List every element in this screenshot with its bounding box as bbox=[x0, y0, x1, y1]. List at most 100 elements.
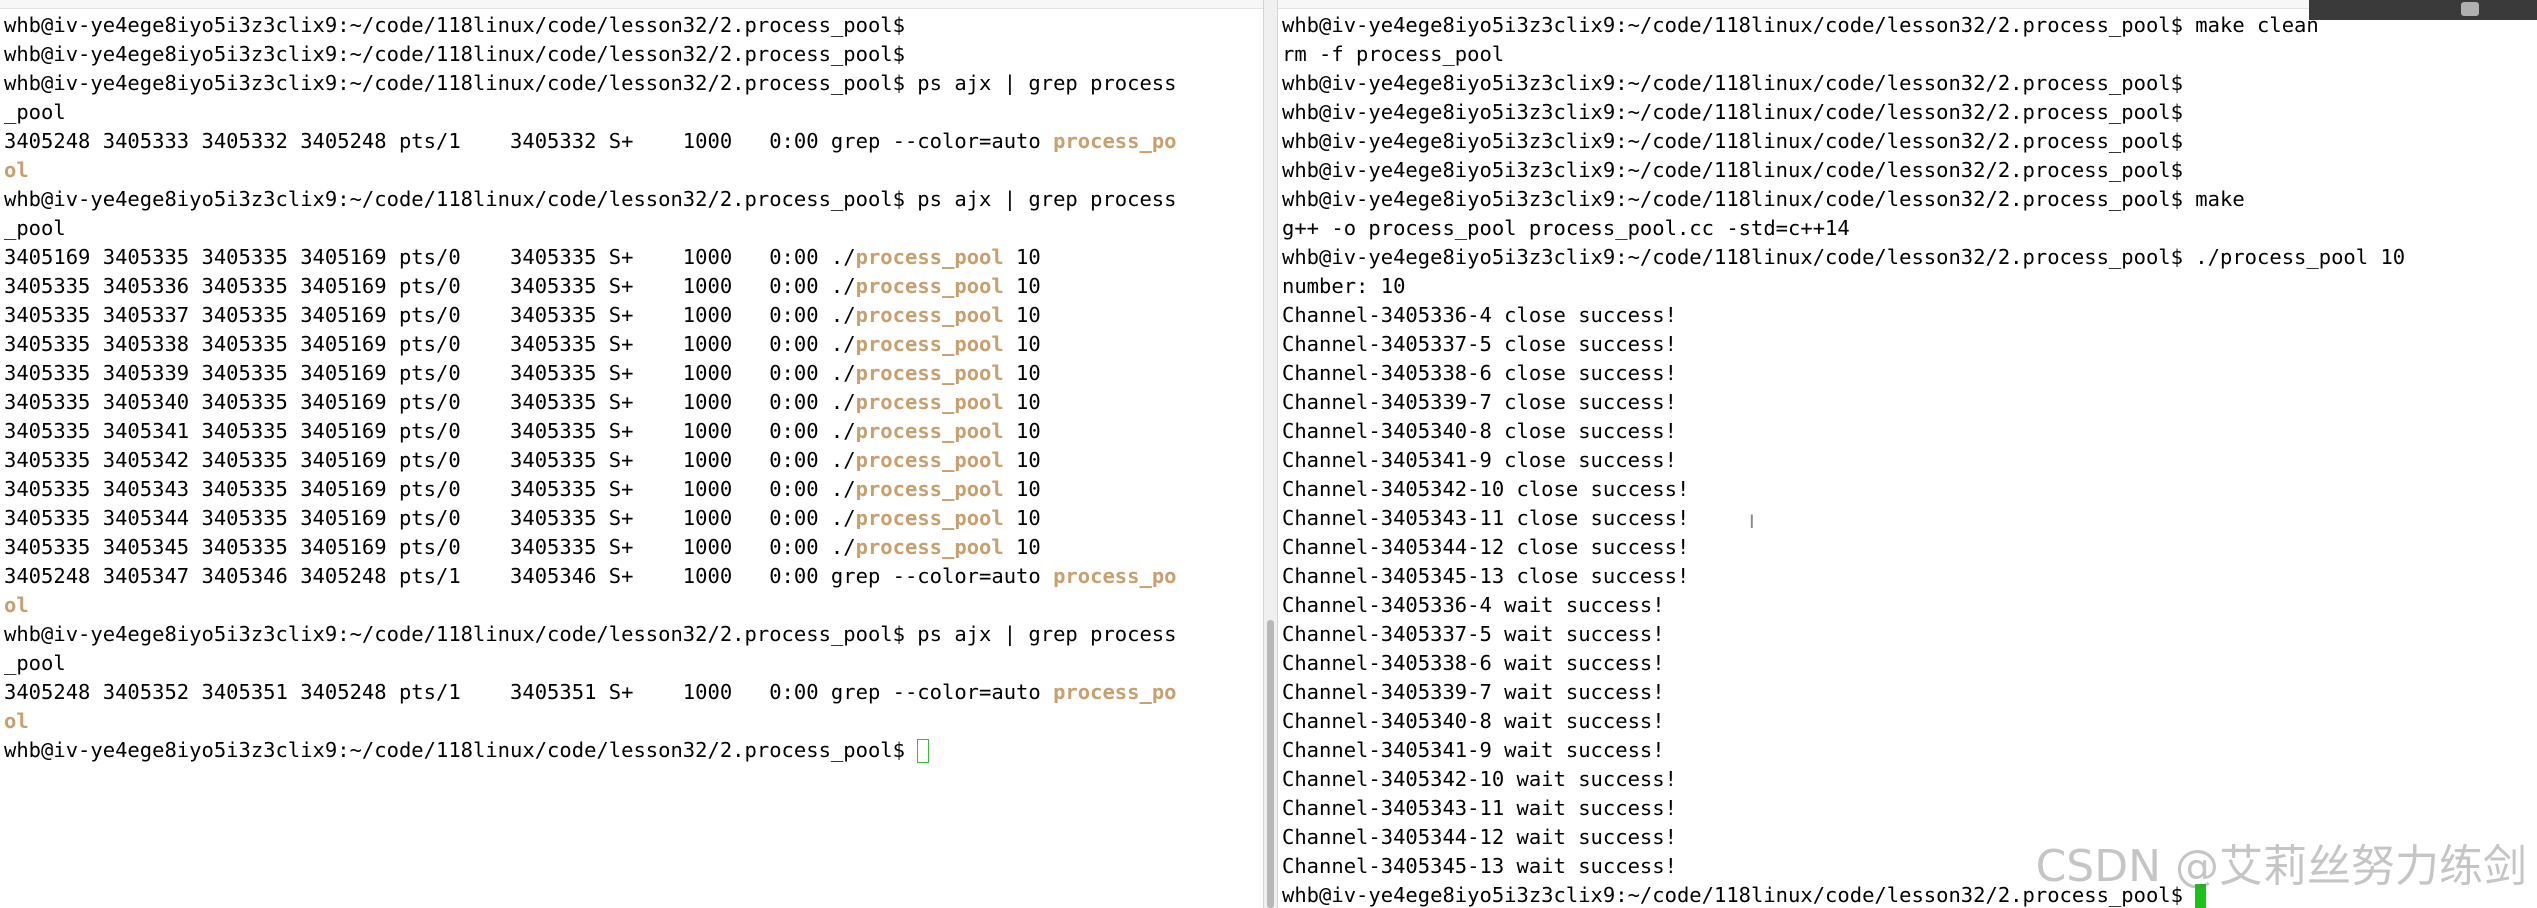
terminal-cursor[interactable] bbox=[917, 739, 930, 763]
terminal-line: 3405335 3405342 3405335 3405169 pts/0 34… bbox=[4, 446, 1259, 475]
left-terminal-pane[interactable]: whb@iv-ye4ege8iyo5i3z3clix9:~/code/118li… bbox=[0, 0, 1263, 908]
terminal-line: ol bbox=[4, 591, 1259, 620]
terminal-line: 3405335 3405338 3405335 3405169 pts/0 34… bbox=[4, 330, 1259, 359]
line-text: 3405335 3405339 3405335 3405169 pts/0 34… bbox=[4, 361, 856, 385]
terminal-line: g++ -o process_pool process_pool.cc -std… bbox=[1282, 216, 1850, 240]
left-pane-top-edge bbox=[0, 0, 1263, 9]
grep-match-highlight: process_pool bbox=[855, 274, 1004, 298]
grep-match-highlight: process_po bbox=[1053, 129, 1177, 153]
right-terminal-pane[interactable]: whb@iv-ye4ege8iyo5i3z3clix9:~/code/118li… bbox=[1278, 0, 2537, 908]
line-text: 3405169 3405335 3405335 3405169 pts/0 34… bbox=[4, 245, 856, 269]
line-text: 10 bbox=[1003, 245, 1041, 269]
line-text: 10 bbox=[1003, 361, 1041, 385]
line-text: 3405335 3405341 3405335 3405169 pts/0 34… bbox=[4, 419, 856, 443]
grep-match-highlight: process_pool bbox=[855, 390, 1004, 414]
line-text: 3405335 3405340 3405335 3405169 pts/0 34… bbox=[4, 390, 856, 414]
terminal-line: 3405335 3405344 3405335 3405169 pts/0 34… bbox=[4, 504, 1259, 533]
terminal-line: _pool bbox=[4, 100, 66, 124]
terminal-line: whb@iv-ye4ege8iyo5i3z3clix9:~/code/118li… bbox=[4, 187, 1177, 211]
terminal-line: Channel-3405338-6 close success! bbox=[1282, 361, 1677, 385]
left-terminal-output[interactable]: whb@iv-ye4ege8iyo5i3z3clix9:~/code/118li… bbox=[4, 11, 1259, 908]
terminal-line: 3405335 3405341 3405335 3405169 pts/0 34… bbox=[4, 417, 1259, 446]
terminal-line: rm -f process_pool bbox=[1282, 42, 1505, 66]
line-text: 10 bbox=[1003, 477, 1041, 501]
line-text: 10 bbox=[1003, 303, 1041, 327]
terminal-line: 3405248 3405347 3405346 3405248 pts/1 34… bbox=[4, 562, 1259, 591]
terminal-line: whb@iv-ye4ege8iyo5i3z3clix9:~/code/118li… bbox=[4, 42, 905, 66]
line-text: 10 bbox=[1003, 448, 1041, 472]
line-text: 10 bbox=[1003, 535, 1041, 559]
terminal-line: Channel-3405344-12 close success! bbox=[1282, 535, 1690, 559]
terminal-line: ol bbox=[4, 707, 1259, 736]
line-text: 10 bbox=[1003, 274, 1041, 298]
terminal-line: 3405335 3405337 3405335 3405169 pts/0 34… bbox=[4, 301, 1259, 330]
terminal-line: 3405335 3405343 3405335 3405169 pts/0 34… bbox=[4, 475, 1259, 504]
terminal-line: 3405335 3405345 3405335 3405169 pts/0 34… bbox=[4, 533, 1259, 562]
terminal-line: Channel-3405345-13 close success! bbox=[1282, 564, 1690, 588]
grep-match-highlight: process_po bbox=[1053, 680, 1177, 704]
terminal-line: Channel-3405341-9 close success! bbox=[1282, 448, 1677, 472]
terminal-line: whb@iv-ye4ege8iyo5i3z3clix9:~/code/118li… bbox=[4, 13, 905, 37]
line-text: 10 bbox=[1003, 332, 1041, 356]
terminal-line: ol bbox=[4, 156, 1259, 185]
terminal-line: Channel-3405343-11 close success! bbox=[1282, 506, 1690, 530]
terminal-line: whb@iv-ye4ege8iyo5i3z3clix9:~/code/118li… bbox=[4, 71, 1177, 95]
line-text: 3405248 3405352 3405351 3405248 pts/1 34… bbox=[4, 680, 1054, 704]
grep-match-highlight: process_pool bbox=[855, 245, 1004, 269]
terminal-line: whb@iv-ye4ege8iyo5i3z3clix9:~/code/118li… bbox=[4, 622, 1177, 646]
scrollbar-thumb[interactable] bbox=[1267, 620, 1274, 908]
terminal-line: _pool bbox=[4, 216, 66, 240]
terminal-line: 3405335 3405336 3405335 3405169 pts/0 34… bbox=[4, 272, 1259, 301]
right-terminal-output[interactable]: whb@iv-ye4ege8iyo5i3z3clix9:~/code/118li… bbox=[1282, 11, 2533, 908]
line-text: 3405335 3405345 3405335 3405169 pts/0 34… bbox=[4, 535, 856, 559]
line-text: 10 bbox=[1003, 419, 1041, 443]
terminal-line: Channel-3405342-10 wait success! bbox=[1282, 767, 1677, 791]
terminal-line: whb@iv-ye4ege8iyo5i3z3clix9:~/code/118li… bbox=[1282, 129, 2183, 153]
terminal-line: Channel-3405336-4 wait success! bbox=[1282, 593, 1665, 617]
grep-match-highlight: process_pool bbox=[855, 448, 1004, 472]
webcam-overlay bbox=[2309, 0, 2537, 20]
grep-match-highlight: process_pool bbox=[855, 477, 1004, 501]
line-text: 3405335 3405343 3405335 3405169 pts/0 34… bbox=[4, 477, 856, 501]
grep-match-highlight: ol bbox=[4, 593, 29, 617]
line-text: 3405248 3405347 3405346 3405248 pts/1 34… bbox=[4, 564, 1054, 588]
terminal-line: whb@iv-ye4ege8iyo5i3z3clix9:~/code/118li… bbox=[4, 736, 1259, 765]
terminal-line: Channel-3405339-7 close success! bbox=[1282, 390, 1677, 414]
grep-match-highlight: process_pool bbox=[855, 506, 1004, 530]
grep-match-highlight: ol bbox=[4, 158, 29, 182]
grep-match-highlight: process_pool bbox=[855, 419, 1004, 443]
terminal-line: 3405335 3405340 3405335 3405169 pts/0 34… bbox=[4, 388, 1259, 417]
grep-match-highlight: process_pool bbox=[855, 332, 1004, 356]
grep-match-highlight: ol bbox=[4, 709, 29, 733]
terminal-line: Channel-3405340-8 wait success! bbox=[1282, 709, 1665, 733]
watermark: CSDN @艾莉丝努力练剑 bbox=[2035, 841, 2527, 892]
terminal-line: 3405248 3405333 3405332 3405248 pts/1 34… bbox=[4, 127, 1259, 156]
line-text: 3405248 3405333 3405332 3405248 pts/1 34… bbox=[4, 129, 1054, 153]
terminal-line: Channel-3405336-4 close success! bbox=[1282, 303, 1677, 327]
terminal-line: whb@iv-ye4ege8iyo5i3z3clix9:~/code/118li… bbox=[1282, 71, 2183, 95]
line-text: 3405335 3405337 3405335 3405169 pts/0 34… bbox=[4, 303, 856, 327]
terminal-line: Channel-3405342-10 close success! bbox=[1282, 477, 1690, 501]
line-text: whb@iv-ye4ege8iyo5i3z3clix9:~/code/118li… bbox=[4, 738, 918, 762]
terminal-line: Channel-3405339-7 wait success! bbox=[1282, 680, 1665, 704]
line-text: 3405335 3405342 3405335 3405169 pts/0 34… bbox=[4, 448, 856, 472]
terminal-line: Channel-3405337-5 wait success! bbox=[1282, 622, 1665, 646]
terminal-line: 3405335 3405339 3405335 3405169 pts/0 34… bbox=[4, 359, 1259, 388]
terminal-line: 3405169 3405335 3405335 3405169 pts/0 34… bbox=[4, 243, 1259, 272]
terminal-line: whb@iv-ye4ege8iyo5i3z3clix9:~/code/118li… bbox=[1282, 187, 2245, 211]
webcam-light-icon bbox=[2461, 2, 2479, 16]
text-cursor-ibeam-icon: I bbox=[1749, 511, 1755, 533]
terminal-line: Channel-3405338-6 wait success! bbox=[1282, 651, 1665, 675]
terminal-line: Channel-3405341-9 wait success! bbox=[1282, 738, 1665, 762]
terminal-line: Channel-3405340-8 close success! bbox=[1282, 419, 1677, 443]
terminal-line: number: 10 bbox=[1282, 274, 1406, 298]
terminal-line: whb@iv-ye4ege8iyo5i3z3clix9:~/code/118li… bbox=[1282, 245, 2406, 269]
line-text: 3405335 3405338 3405335 3405169 pts/0 34… bbox=[4, 332, 856, 356]
pane-splitter-scrollbar[interactable] bbox=[1263, 0, 1278, 908]
terminal-line: Channel-3405343-11 wait success! bbox=[1282, 796, 1677, 820]
terminal-line: whb@iv-ye4ege8iyo5i3z3clix9:~/code/118li… bbox=[1282, 158, 2183, 182]
line-text: 3405335 3405336 3405335 3405169 pts/0 34… bbox=[4, 274, 856, 298]
line-text: 3405335 3405344 3405335 3405169 pts/0 34… bbox=[4, 506, 856, 530]
terminal-line: _pool bbox=[4, 651, 66, 675]
grep-match-highlight: process_po bbox=[1053, 564, 1177, 588]
